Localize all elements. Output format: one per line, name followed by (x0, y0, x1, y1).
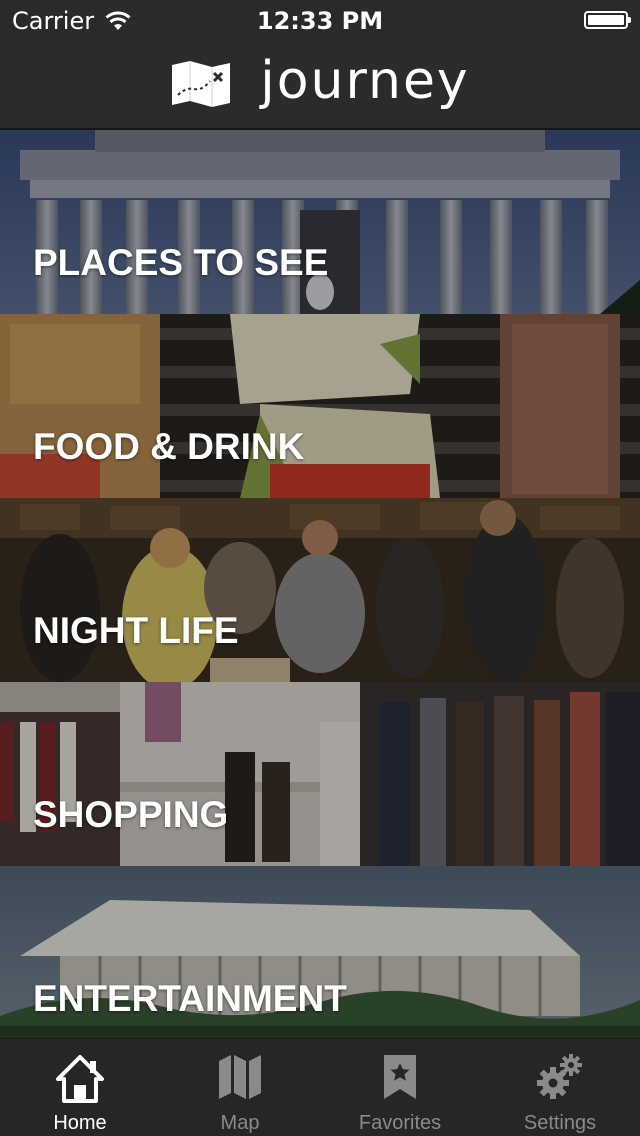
category-label: NIGHT LIFE (33, 610, 239, 651)
status-bar: Carrier 12:33 PM (0, 0, 640, 40)
category-label: FOOD & DRINK (33, 426, 305, 467)
app-screen: Carrier 12:33 PM journey PLACES TO SEE F… (0, 0, 640, 1136)
map-icon (219, 1055, 261, 1099)
tab-favorites[interactable]: Favorites (320, 1039, 480, 1136)
tab-favorites-label: Favorites (358, 1112, 442, 1134)
image-overlay (0, 682, 640, 866)
category-entertainment[interactable]: ENTERTAINMENT (0, 866, 640, 1038)
image-overlay (0, 314, 640, 498)
tab-settings[interactable]: Settings (480, 1039, 640, 1136)
category-places-to-see[interactable]: PLACES TO SEE (0, 130, 640, 314)
tab-settings-label: Settings (523, 1112, 597, 1134)
category-label: PLACES TO SEE (33, 242, 329, 283)
status-time: 12:33 PM (256, 7, 384, 35)
image-overlay (0, 130, 640, 314)
bookmark-star-icon (384, 1055, 416, 1099)
category-list[interactable]: PLACES TO SEE FOOD & DRINK NIGHT LIFE SH… (0, 130, 640, 1038)
tab-home[interactable]: Home (0, 1039, 160, 1136)
nav-bar: journey (0, 40, 640, 130)
category-shopping[interactable]: SHOPPING (0, 682, 640, 866)
category-label: SHOPPING (33, 794, 229, 835)
category-food-drink[interactable]: FOOD & DRINK (0, 314, 640, 498)
category-night-life[interactable]: NIGHT LIFE (0, 498, 640, 682)
battery-icon (584, 11, 631, 29)
tab-map-label: Map (220, 1112, 260, 1134)
tab-bar: Home Map Favorites Settings (0, 1038, 640, 1136)
tab-map[interactable]: Map (160, 1039, 320, 1136)
tab-home-label: Home (53, 1112, 107, 1134)
app-title: journey (260, 51, 470, 111)
gears-icon (537, 1054, 582, 1099)
category-label: ENTERTAINMENT (33, 978, 347, 1019)
image-overlay (0, 498, 640, 682)
home-icon (56, 1055, 104, 1103)
folded-map-icon (172, 61, 231, 107)
